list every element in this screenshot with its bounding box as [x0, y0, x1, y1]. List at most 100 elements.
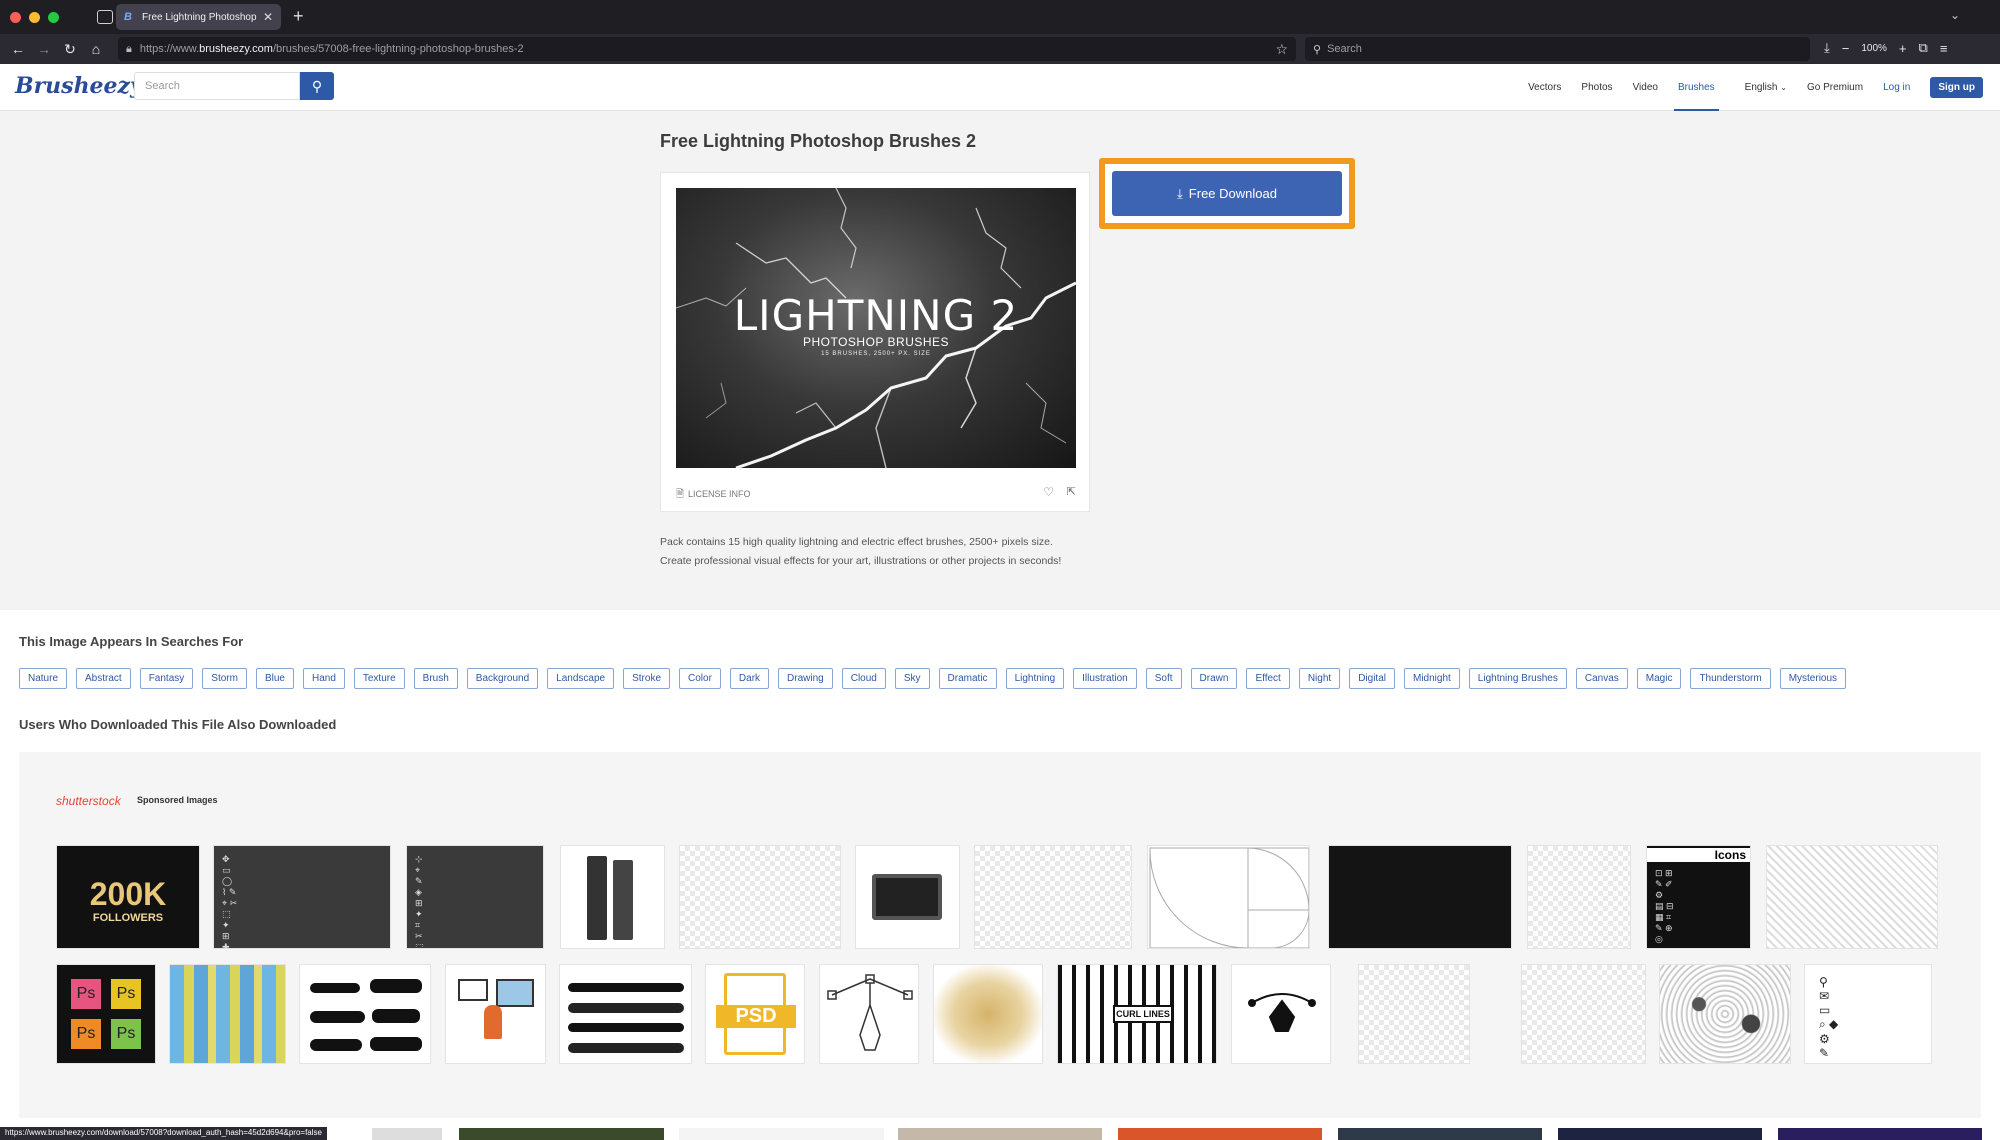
back-icon[interactable]: ←	[5, 41, 31, 57]
next-row-thumb[interactable]	[679, 1128, 884, 1140]
sponsored-thumb[interactable]: Icons ⊡ ⊞ ✎ ✐ ⚙ ▤ ⊟ ▦ ⌗ ✎ ⊕ ◎	[1646, 845, 1751, 949]
sponsored-thumb[interactable]: ⊹ ⌖ ✎ ◈ ⊞ ✦ ⌗ ✂ ⬚ ✥ ⌇ ✎ ◯ ▭ ⊕ ⌒ ✎ T ✋ ⊞ …	[406, 845, 544, 949]
sponsored-thumb[interactable]: ✥ ▭ ◯ ⌇ ✎ ⌖ ✂ ⬚ ✦ ⊞ ✚ ⇲ ✎ ⌒ ◈ ⌗ ✥ ◯ ▭ ✎ …	[213, 845, 391, 949]
tag[interactable]: Midnight	[1403, 668, 1460, 689]
tag[interactable]: Soft	[1145, 668, 1182, 689]
next-row-thumb[interactable]	[459, 1128, 664, 1140]
tab-list-icon[interactable]	[97, 10, 113, 24]
sponsored-thumb[interactable]	[1527, 845, 1631, 949]
tag[interactable]: Lightning Brushes	[1468, 668, 1567, 689]
sponsored-thumb[interactable]	[679, 845, 841, 949]
share-icon[interactable]: ⇱	[1067, 485, 1076, 498]
close-window-button[interactable]	[10, 11, 21, 23]
sponsored-thumb[interactable]	[1766, 845, 1938, 949]
tag[interactable]: Effect	[1246, 668, 1290, 689]
tag[interactable]: Mysterious	[1779, 668, 1847, 689]
nav-login[interactable]: Log in	[1883, 64, 1910, 111]
browser-tab[interactable]: B Free Lightning Photoshop Brush ✕	[116, 4, 281, 30]
sponsored-thumb[interactable]	[1231, 964, 1331, 1064]
favorite-heart-icon[interactable]: ♡	[1043, 485, 1054, 499]
sponsored-thumb[interactable]	[559, 964, 692, 1064]
sponsored-thumb[interactable]	[974, 845, 1132, 949]
brusheezy-logo[interactable]: Brusheezy	[15, 73, 143, 99]
browser-search-bar[interactable]: ⚲ Search	[1305, 37, 1810, 61]
sponsored-thumb[interactable]	[819, 964, 919, 1064]
nav-brushes[interactable]: Brushes	[1674, 64, 1719, 111]
free-download-button[interactable]: ⤓ Free Download	[1112, 171, 1342, 216]
tag[interactable]: Lightning	[1005, 668, 1065, 689]
sponsored-thumb[interactable]: 200K FOLLOWERS	[56, 845, 200, 949]
sponsored-thumb[interactable]	[299, 964, 431, 1064]
tag[interactable]: Hand	[302, 668, 345, 689]
tag[interactable]: Nature	[19, 668, 68, 689]
site-search-input[interactable]: Search	[134, 72, 300, 100]
tag[interactable]: Abstract	[76, 668, 131, 689]
zoom-out-icon[interactable]: −	[1842, 41, 1850, 56]
sponsored-thumb[interactable]	[1659, 964, 1791, 1064]
forward-icon[interactable]: →	[31, 41, 57, 57]
tag[interactable]: Stroke	[623, 668, 671, 689]
extensions-icon[interactable]: ⧉	[1919, 40, 1928, 56]
sponsored-thumb[interactable]: CURL LINES	[1057, 964, 1217, 1064]
sponsored-thumb[interactable]	[1147, 845, 1310, 949]
download-icon[interactable]: ⤓	[1824, 40, 1830, 56]
tag[interactable]: Canvas	[1575, 668, 1628, 689]
tag[interactable]: Fantasy	[139, 668, 194, 689]
minimize-window-button[interactable]	[29, 11, 40, 23]
tag[interactable]: Dark	[729, 668, 770, 689]
nav-video[interactable]: Video	[1633, 64, 1658, 111]
tag[interactable]: Texture	[353, 668, 405, 689]
sponsored-thumb[interactable]	[1328, 845, 1512, 949]
license-info-link[interactable]: LICENSE INFO	[676, 487, 751, 504]
sponsored-thumb[interactable]: PSD	[705, 964, 805, 1064]
tag[interactable]: Thunderstorm	[1690, 668, 1771, 689]
tab-overflow-chevron-icon[interactable]: ⌄	[1950, 8, 1960, 22]
shutterstock-logo[interactable]: shutterstock	[56, 794, 121, 808]
tag[interactable]: Color	[679, 668, 721, 689]
next-row-thumb[interactable]	[1338, 1128, 1542, 1140]
zoom-level[interactable]: 100%	[1861, 43, 1887, 54]
language-select[interactable]: English ⌄	[1745, 64, 1787, 111]
tag[interactable]: Digital	[1349, 668, 1395, 689]
next-row-thumb[interactable]	[1778, 1128, 1982, 1140]
new-tab-button[interactable]: +	[293, 6, 304, 27]
sponsored-thumb[interactable]: Ps Ps Ps Ps	[56, 964, 156, 1064]
sponsored-thumb[interactable]	[1358, 964, 1470, 1064]
sponsored-thumb[interactable]	[1521, 964, 1646, 1064]
next-row-thumb[interactable]	[898, 1128, 1102, 1140]
signup-button[interactable]: Sign up	[1930, 77, 1983, 98]
nav-go-premium[interactable]: Go Premium	[1807, 64, 1863, 111]
tag[interactable]: Drawing	[778, 668, 833, 689]
nav-vectors[interactable]: Vectors	[1528, 64, 1561, 111]
sponsored-thumb[interactable]	[445, 964, 546, 1064]
tag[interactable]: Drawn	[1190, 668, 1238, 689]
next-row-thumb[interactable]	[372, 1128, 442, 1140]
maximize-window-button[interactable]	[48, 11, 59, 23]
sponsored-thumb[interactable]	[855, 845, 960, 949]
tag[interactable]: Night	[1298, 668, 1341, 689]
tag[interactable]: Brush	[413, 668, 458, 689]
next-row-thumb[interactable]	[1118, 1128, 1322, 1140]
tag[interactable]: Illustration	[1073, 668, 1137, 689]
zoom-in-icon[interactable]: +	[1899, 41, 1907, 56]
sponsored-thumb[interactable]: ⚲ ✉ ▭ ⌕ ◆ ⚙ ✎ ✂ ▣ ⊟ A ▤ ▨ ⌂ ⬢ ✕	[1804, 964, 1932, 1064]
tag[interactable]: Blue	[255, 668, 294, 689]
close-tab-icon[interactable]: ✕	[263, 10, 273, 24]
tag[interactable]: Background	[466, 668, 539, 689]
sponsored-thumb[interactable]	[560, 845, 665, 949]
next-row-thumb[interactable]	[1558, 1128, 1762, 1140]
tag[interactable]: Magic	[1636, 668, 1682, 689]
tag[interactable]: Dramatic	[938, 668, 997, 689]
sponsored-thumb[interactable]	[169, 964, 286, 1064]
nav-photos[interactable]: Photos	[1581, 64, 1612, 111]
bookmark-star-icon[interactable]: ☆	[1275, 41, 1288, 58]
sponsored-thumb[interactable]	[933, 964, 1043, 1064]
preview-image[interactable]: LIGHTNING 2 PHOTOSHOP BRUSHES 15 BRUSHES…	[676, 188, 1076, 468]
url-bar[interactable]: 🔒︎ https://www. brusheezy.com/brushes/570…	[118, 37, 1296, 61]
shield-lock-icon[interactable]: 🔒︎	[126, 43, 132, 56]
home-icon[interactable]: ⌂	[83, 41, 109, 57]
tag[interactable]: Cloud	[841, 668, 886, 689]
tag[interactable]: Storm	[202, 668, 247, 689]
tag[interactable]: Landscape	[547, 668, 615, 689]
tag[interactable]: Sky	[894, 668, 930, 689]
